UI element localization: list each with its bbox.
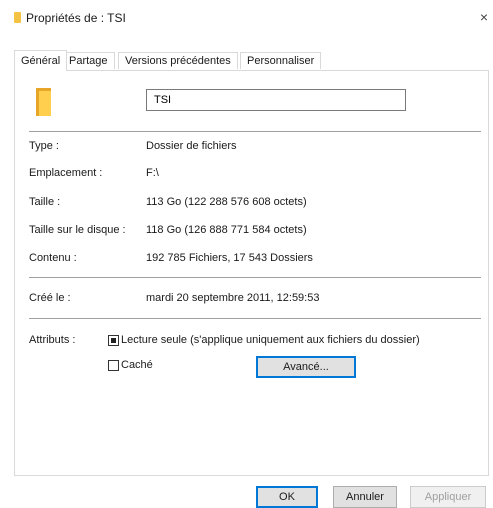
hidden-label[interactable]: Caché: [121, 359, 153, 371]
cancel-button[interactable]: Annuler: [333, 486, 397, 508]
read-only-label[interactable]: Lecture seule (s'applique uniquement aux…: [121, 334, 420, 346]
separator: [29, 318, 481, 319]
ok-button[interactable]: OK: [256, 486, 318, 508]
type-value: Dossier de fichiers: [146, 140, 237, 152]
size-value: 113 Go (122 288 576 608 octets): [146, 196, 307, 208]
created-value: mardi 20 septembre 2011, 12:59:53: [146, 292, 320, 304]
contents-value: 192 785 Fichiers, 17 543 Dossiers: [146, 252, 313, 264]
separator: [29, 131, 481, 132]
folder-name-input[interactable]: [146, 89, 406, 111]
size-on-disk-value: 118 Go (126 888 771 584 octets): [146, 224, 307, 236]
location-value: F:\: [146, 167, 159, 179]
folder-icon: [36, 88, 51, 116]
tab-previous-versions[interactable]: Versions précédentes: [118, 52, 238, 69]
folder-icon: [14, 12, 21, 23]
title-bar: Propriétés de : TSI ×: [0, 0, 493, 36]
tab-sharing[interactable]: Partage: [62, 52, 115, 69]
created-label: Créé le :: [29, 292, 71, 304]
hidden-checkbox[interactable]: [108, 360, 119, 371]
tab-customize[interactable]: Personnaliser: [240, 52, 322, 69]
size-label: Taille :: [29, 196, 61, 208]
location-label: Emplacement :: [29, 167, 103, 179]
separator: [29, 277, 481, 278]
apply-button[interactable]: Appliquer: [410, 486, 486, 508]
advanced-button[interactable]: Avancé...: [256, 356, 356, 378]
type-label: Type :: [29, 140, 59, 152]
indeterminate-mark: [111, 338, 116, 343]
attributes-label: Attributs :: [29, 334, 76, 346]
size-on-disk-label: Taille sur le disque :: [29, 224, 126, 236]
window-title: Propriétés de : TSI: [26, 11, 126, 25]
close-icon[interactable]: ×: [475, 6, 493, 28]
contents-label: Contenu :: [29, 252, 77, 264]
tab-general[interactable]: Général: [14, 50, 68, 71]
read-only-checkbox[interactable]: [108, 335, 119, 346]
